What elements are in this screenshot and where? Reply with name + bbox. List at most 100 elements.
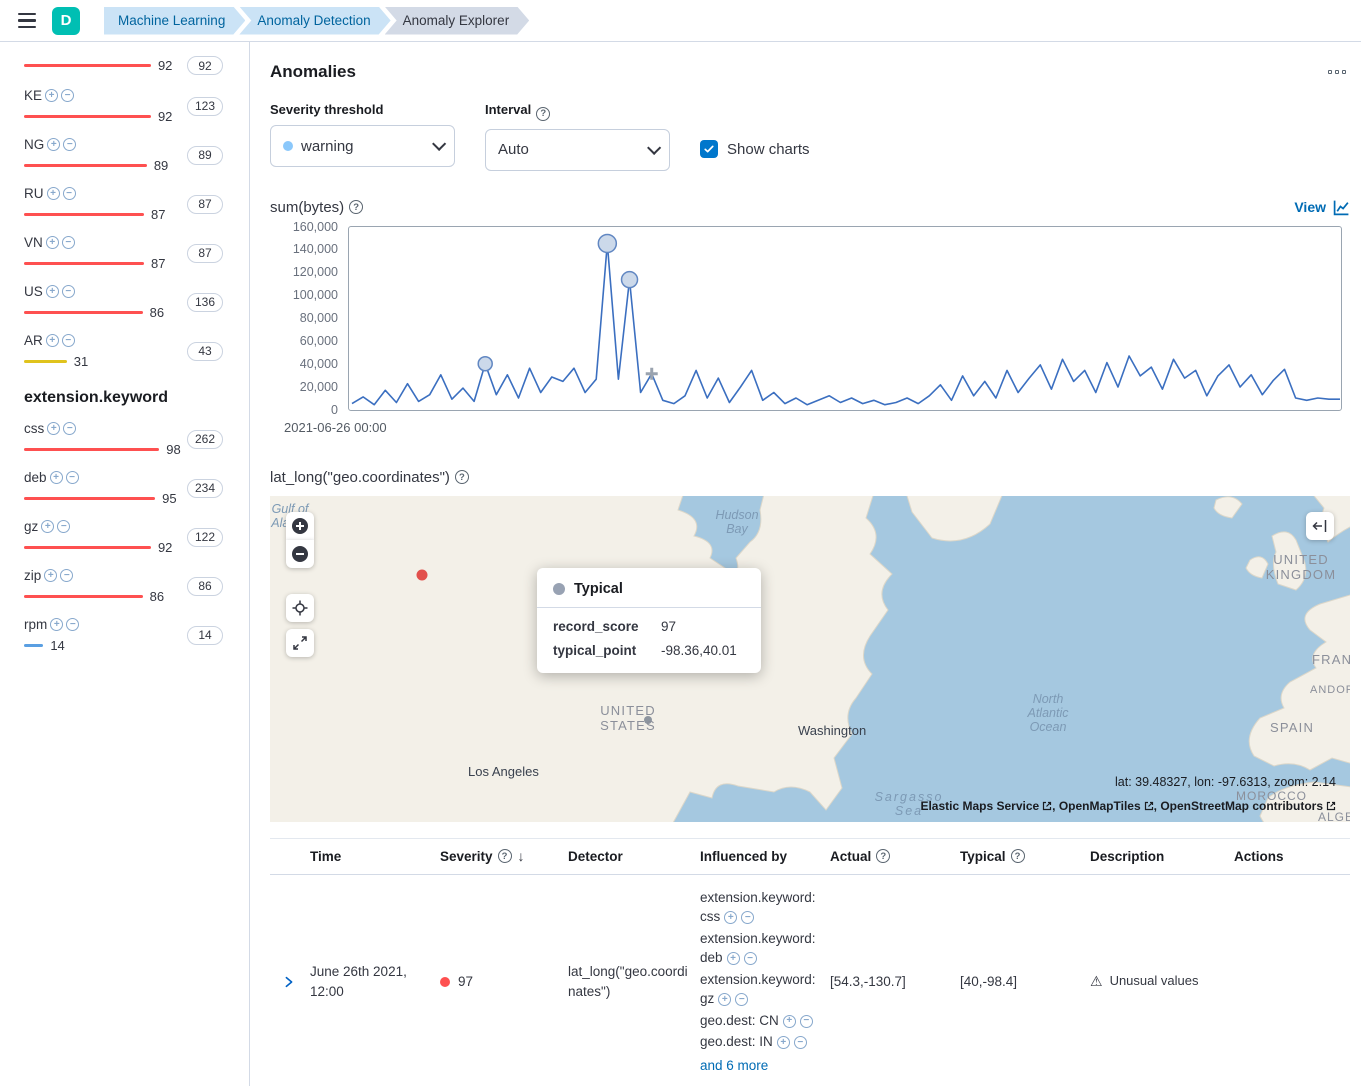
influencer-item-main: VN+− 87 bbox=[24, 235, 186, 271]
actual-anomaly-marker[interactable] bbox=[417, 569, 428, 580]
influencer-label[interactable]: gz bbox=[24, 519, 38, 534]
help-icon[interactable]: ? bbox=[876, 849, 890, 863]
column-header-influenced-by[interactable]: Influenced by bbox=[700, 849, 830, 864]
add-filter-icon[interactable]: + bbox=[50, 618, 63, 631]
column-header-severity[interactable]: Severity?↓ bbox=[440, 848, 568, 864]
influencer-label[interactable]: RU bbox=[24, 186, 44, 201]
attribution-link[interactable]: OpenStreetMap contributors bbox=[1160, 799, 1336, 813]
typical-point-marker[interactable] bbox=[644, 716, 652, 724]
influencer-label[interactable]: KE bbox=[24, 88, 42, 103]
influencer-max-score: 87 bbox=[151, 256, 165, 271]
add-filter-icon[interactable]: + bbox=[47, 187, 60, 200]
collapse-legend-button[interactable] bbox=[1306, 512, 1334, 540]
set-view-crosshair-button[interactable] bbox=[286, 594, 314, 622]
influencer-label[interactable]: rpm bbox=[24, 617, 47, 632]
breadcrumb-anomaly-detection[interactable]: Anomaly Detection bbox=[239, 7, 390, 35]
attribution-link[interactable]: OpenMapTiles bbox=[1059, 799, 1154, 813]
remove-filter-icon[interactable]: − bbox=[57, 520, 70, 533]
remove-filter-icon[interactable]: − bbox=[735, 993, 748, 1006]
zoom-in-button[interactable] bbox=[286, 512, 314, 540]
remove-filter-icon[interactable]: − bbox=[794, 1036, 807, 1049]
app-logo[interactable]: D bbox=[52, 7, 80, 35]
anomaly-marker-icon[interactable] bbox=[598, 234, 616, 252]
influencer-max-score: 87 bbox=[151, 207, 165, 222]
severity-threshold-select[interactable]: warning bbox=[270, 125, 455, 167]
remove-filter-icon[interactable]: − bbox=[66, 471, 79, 484]
add-filter-icon[interactable]: + bbox=[50, 471, 63, 484]
influencer-label[interactable]: NG bbox=[24, 137, 44, 152]
fit-to-data-button[interactable] bbox=[286, 629, 314, 657]
remove-filter-icon[interactable]: − bbox=[61, 89, 74, 102]
influencer-max-score: 92 bbox=[158, 540, 172, 555]
severity-dot bbox=[440, 977, 450, 987]
add-filter-icon[interactable]: + bbox=[783, 1015, 796, 1028]
sort-desc-icon: ↓ bbox=[518, 848, 525, 864]
add-filter-icon[interactable]: + bbox=[41, 520, 54, 533]
influencer-doc-count-badge: 89 bbox=[187, 146, 223, 165]
influencer-label[interactable]: zip bbox=[24, 568, 41, 583]
remove-filter-icon[interactable]: − bbox=[63, 138, 76, 151]
attribution-link[interactable]: Elastic Maps Service bbox=[920, 799, 1052, 813]
add-filter-icon[interactable]: + bbox=[718, 993, 731, 1006]
add-filter-icon[interactable]: + bbox=[46, 285, 59, 298]
hamburger-menu-icon[interactable] bbox=[14, 9, 40, 32]
remove-filter-icon[interactable]: − bbox=[741, 911, 754, 924]
add-filter-icon[interactable]: + bbox=[44, 569, 57, 582]
column-header-description[interactable]: Description bbox=[1090, 849, 1220, 864]
show-more-influencers-link[interactable]: and 6 more bbox=[700, 1056, 820, 1076]
column-header-typical[interactable]: Typical? bbox=[960, 849, 1090, 864]
tooltip-header: Typical bbox=[574, 581, 623, 597]
show-charts-checkbox[interactable]: Show charts bbox=[700, 140, 810, 158]
anomaly-chart-svg[interactable] bbox=[350, 228, 1342, 411]
view-link[interactable]: View bbox=[1294, 199, 1350, 216]
remove-filter-icon[interactable]: − bbox=[60, 569, 73, 582]
influencer-item: zip+−8686 bbox=[24, 568, 223, 604]
help-icon[interactable]: ? bbox=[498, 849, 512, 863]
interval-select[interactable]: Auto bbox=[485, 129, 670, 171]
anomalies-panel: Anomalies Severity threshold warning Int… bbox=[250, 42, 1361, 1086]
expand-row-button[interactable] bbox=[278, 971, 300, 993]
influencer-item-head: VN+− bbox=[24, 235, 186, 250]
column-header-actions: Actions bbox=[1220, 849, 1350, 864]
influencer-label[interactable]: deb bbox=[24, 470, 47, 485]
influencer-label[interactable]: css bbox=[24, 421, 44, 436]
multi-bucket-marker-icon[interactable] bbox=[646, 367, 658, 379]
add-filter-icon[interactable]: + bbox=[46, 334, 59, 347]
influencer-bar bbox=[24, 497, 155, 500]
remove-filter-icon[interactable]: − bbox=[62, 236, 75, 249]
anomaly-map[interactable]: Gulf of Alaska Hudson Bay UNITED STATES … bbox=[270, 496, 1350, 822]
influencer-label[interactable]: US bbox=[24, 284, 43, 299]
add-filter-icon[interactable]: + bbox=[727, 952, 740, 965]
add-filter-icon[interactable]: + bbox=[46, 236, 59, 249]
influencer-label[interactable]: AR bbox=[24, 333, 43, 348]
add-filter-icon[interactable]: + bbox=[47, 138, 60, 151]
help-icon[interactable]: ? bbox=[1011, 849, 1025, 863]
table-header-row: Time Severity?↓ Detector Influenced by A… bbox=[270, 839, 1350, 875]
remove-filter-icon[interactable]: − bbox=[62, 285, 75, 298]
map-canvas[interactable] bbox=[270, 496, 1350, 822]
remove-filter-icon[interactable]: − bbox=[66, 618, 79, 631]
breadcrumb-machine-learning[interactable]: Machine Learning bbox=[104, 7, 245, 35]
remove-filter-icon[interactable]: − bbox=[744, 952, 757, 965]
anomaly-chart[interactable] bbox=[348, 226, 1342, 411]
add-filter-icon[interactable]: + bbox=[777, 1036, 790, 1049]
remove-filter-icon[interactable]: − bbox=[800, 1015, 813, 1028]
panel-options-icon[interactable] bbox=[1324, 66, 1350, 78]
zoom-out-button[interactable] bbox=[286, 540, 314, 568]
help-icon[interactable]: ? bbox=[536, 107, 550, 121]
anomaly-marker-icon[interactable] bbox=[478, 356, 492, 370]
remove-filter-icon[interactable]: − bbox=[63, 187, 76, 200]
column-header-time[interactable]: Time bbox=[310, 849, 440, 864]
remove-filter-icon[interactable]: − bbox=[62, 334, 75, 347]
column-header-detector[interactable]: Detector bbox=[568, 849, 700, 864]
help-icon[interactable]: ? bbox=[349, 200, 363, 214]
influencer-label[interactable]: VN bbox=[24, 235, 43, 250]
column-header-actual[interactable]: Actual? bbox=[830, 849, 960, 864]
add-filter-icon[interactable]: + bbox=[47, 422, 60, 435]
help-icon[interactable]: ? bbox=[455, 470, 469, 484]
anomaly-marker-icon[interactable] bbox=[622, 271, 638, 287]
add-filter-icon[interactable]: + bbox=[724, 911, 737, 924]
detector-cell: lat_long("geo.coordinates") bbox=[568, 949, 700, 1014]
add-filter-icon[interactable]: + bbox=[45, 89, 58, 102]
remove-filter-icon[interactable]: − bbox=[63, 422, 76, 435]
